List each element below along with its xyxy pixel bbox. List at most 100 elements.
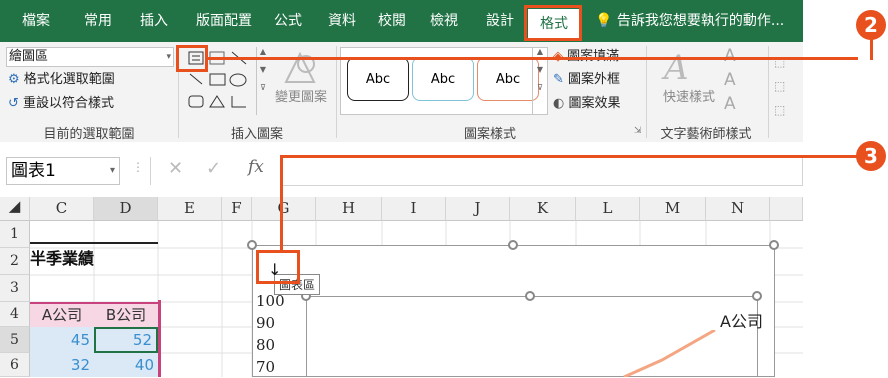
column-header[interactable]: M (640, 197, 706, 221)
column-header[interactable]: G (252, 197, 316, 221)
column-header[interactable]: J (446, 197, 510, 221)
y-tick-label: 70 (256, 358, 276, 376)
column-header[interactable]: H (316, 197, 382, 221)
wordart-a-icon: A (664, 48, 689, 88)
row-header[interactable]: 6 (0, 353, 30, 377)
title-border (30, 242, 158, 244)
text-effects-icon[interactable]: A (724, 94, 736, 114)
row-header[interactable]: 2 (0, 248, 30, 275)
tab-design[interactable]: 設計 (474, 0, 526, 42)
format-brush-icon: ⚙ (8, 72, 20, 87)
callout-badge: 3 (856, 141, 886, 171)
header-cell-b[interactable]: B公司 (94, 302, 158, 327)
column-header[interactable]: D (94, 197, 158, 221)
tab-file[interactable]: 檔案 (10, 0, 62, 42)
column-header[interactable]: C (30, 197, 94, 221)
format-selection-label: 格式化選取範圍 (23, 72, 115, 87)
column-header[interactable]: L (576, 197, 640, 221)
row-header[interactable]: 5 (0, 327, 30, 353)
cancel-icon[interactable]: ✕ (168, 158, 183, 179)
shape-outline-button[interactable]: ✎ 圖案外框 (553, 70, 643, 90)
callout-line (870, 38, 873, 60)
y-axis-labels: 100 90 80 70 (256, 290, 285, 378)
table-range-border (158, 300, 161, 377)
tab-home[interactable]: 常用 (72, 0, 124, 42)
shape-style-preset-2[interactable]: Abc (412, 57, 474, 101)
data-cell[interactable]: 45 (30, 327, 94, 353)
reset-style-button[interactable]: ↺ 重設以符合樣式 (8, 94, 168, 114)
callout-line (280, 155, 283, 251)
column-header[interactable]: I (382, 197, 446, 221)
tab-formulas[interactable]: 公式 (262, 0, 314, 42)
reset-style-label: 重設以符合樣式 (23, 96, 115, 111)
shape-effects-label: 圖案效果 (568, 96, 621, 111)
data-cell[interactable]: 40 (94, 353, 158, 377)
dialog-launcher-icon[interactable]: ⇲ (634, 126, 642, 136)
chevron-down-icon: ▾ (166, 52, 171, 62)
lightbulb-icon: 💡 (595, 13, 613, 29)
tab-page-layout[interactable]: 版面配置 (183, 0, 265, 42)
tell-me-text: 告訴我您想要執行的動作... (616, 13, 785, 29)
reset-icon: ↺ (8, 96, 19, 111)
row-header[interactable]: 4 (0, 302, 30, 327)
text-box-tool-highlight (176, 45, 208, 72)
y-tick-label: 90 (256, 314, 276, 332)
tab-view[interactable]: 檢視 (418, 0, 470, 42)
row-header[interactable]: 3 (0, 275, 30, 302)
tab-data[interactable]: 資料 (316, 0, 368, 42)
row-header[interactable]: 1 (0, 221, 30, 248)
quick-styles-button[interactable]: 快速樣式 (658, 86, 720, 105)
chart-resize-handle[interactable] (508, 240, 518, 250)
column-header[interactable]: N (706, 197, 770, 221)
name-box[interactable]: 圖表1 ▾ (6, 157, 120, 185)
arrange-group-partial: ⬚ ⬚ ⬚ (774, 55, 786, 117)
edit-shape-icon (276, 48, 324, 88)
chart-resize-handle[interactable] (769, 240, 779, 250)
tell-me-box[interactable]: 💡 告訴我您想要執行的動作... (595, 0, 784, 42)
plot-resize-handle[interactable] (752, 291, 762, 301)
format-tab-highlight (524, 5, 582, 41)
callout-line (208, 57, 858, 60)
column-header[interactable]: E (158, 197, 222, 221)
tab-insert[interactable]: 插入 (128, 0, 180, 42)
current-selection-group-label: 目前的選取範圍 (43, 127, 135, 142)
tab-review[interactable]: 校閱 (366, 0, 418, 42)
shape-effects-button[interactable]: ◐ 圖案效果 (553, 94, 643, 114)
change-shape-button[interactable]: 變更圖案 (270, 86, 332, 105)
divider (150, 157, 151, 185)
shape-outline-label: 圖案外框 (568, 72, 621, 87)
insert-shapes-group-label: 插入圖案 (230, 127, 283, 142)
text-fill-icon[interactable]: A (724, 46, 736, 66)
chart-resize-handle[interactable] (247, 240, 257, 250)
header-cell-a[interactable]: A公司 (30, 302, 94, 327)
shape-style-preset-3[interactable]: Abc (477, 57, 539, 101)
more-dots-icon: ⋮ (132, 160, 144, 174)
format-selection-button[interactable]: ⚙ 格式化選取範圍 (8, 70, 168, 90)
active-data-cell[interactable]: 52 (94, 327, 158, 353)
series-line (623, 330, 716, 377)
shape-style-preset-1[interactable]: Abc (347, 57, 409, 101)
plot-resize-handle[interactable] (525, 291, 535, 301)
chart-elements-dropdown[interactable]: 繪圖區 ▾ (6, 47, 174, 67)
formula-input[interactable] (280, 156, 803, 186)
insertion-point-highlight (256, 250, 300, 284)
callout-line (280, 155, 858, 158)
data-cell[interactable]: 32 (30, 353, 94, 377)
shape-styles-group-label: 圖案樣式 (463, 127, 516, 142)
enter-icon[interactable]: ✓ (206, 158, 221, 179)
chart-elements-value: 繪圖區 (9, 49, 49, 64)
column-header[interactable]: F (222, 197, 252, 221)
sheet-title-cell[interactable]: 半季業績 (30, 248, 158, 275)
name-box-value: 圖表1 (11, 161, 56, 181)
effects-icon: ◐ (553, 96, 565, 111)
text-outline-icon[interactable]: A (724, 70, 736, 90)
select-all-corner[interactable]: ◢ (0, 197, 30, 221)
series-data-label: A公司 (720, 312, 763, 331)
callout-badge: 2 (856, 10, 886, 40)
chevron-down-icon: ▾ (109, 165, 115, 176)
y-tick-label: 80 (256, 336, 276, 354)
column-header-partial[interactable] (770, 197, 803, 221)
column-header[interactable]: K (510, 197, 576, 221)
wordart-group-label: 文字藝術師樣式 (660, 127, 752, 142)
insert-function-icon[interactable]: fx (248, 157, 264, 177)
